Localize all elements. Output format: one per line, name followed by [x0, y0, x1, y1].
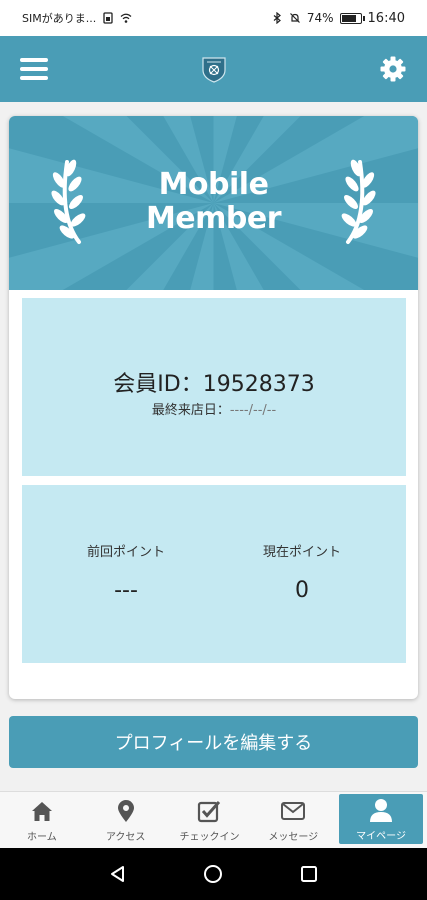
member-id-value: 19528373: [202, 372, 315, 397]
last-visit: 最終来店日：----/--/--: [22, 399, 406, 418]
back-triangle-icon[interactable]: [106, 862, 130, 886]
tab-access-label: アクセス: [105, 831, 146, 843]
app-header: [0, 36, 427, 102]
shield-crest-icon: [201, 57, 226, 83]
user-icon: [370, 798, 393, 822]
current-points-label: 現在ポイント: [262, 545, 341, 560]
tab-mypage[interactable]: マイページ: [339, 794, 423, 844]
recents-square-icon[interactable]: [297, 862, 321, 886]
member-id-label: 会員ID：: [113, 372, 203, 397]
previous-points: 前回ポイント ---: [30, 541, 222, 603]
battery-icon: [339, 12, 365, 24]
edit-profile-button[interactable]: プロフィールを編集する: [9, 716, 418, 768]
mute-bell-icon: [289, 13, 300, 23]
system-nav-bar: [0, 848, 427, 900]
last-visit-value: ----/--/--: [229, 403, 277, 418]
hero-title-line2: Member: [145, 201, 282, 236]
wifi-icon: [120, 13, 132, 23]
tab-access[interactable]: アクセス: [84, 792, 168, 848]
bottom-tab-bar: ホーム アクセス チェックイン メッセージ マイページ: [0, 791, 427, 848]
bluetooth-icon: [273, 12, 281, 24]
battery-percent: 74%: [306, 11, 334, 25]
previous-points-value: ---: [114, 578, 138, 603]
member-card-hero: Mobile Member: [9, 116, 418, 290]
tab-checkin-label: チェックイン: [179, 831, 240, 843]
carrier-label: SIMがありま...: [22, 12, 97, 25]
tab-message[interactable]: メッセージ: [251, 792, 335, 848]
tab-home-label: ホーム: [27, 831, 57, 843]
status-left: SIMがありま...: [22, 10, 132, 26]
previous-points-label: 前回ポイント: [86, 545, 165, 560]
status-bar: SIMがありま... 74% 16:40: [0, 0, 427, 36]
current-points-value: 0: [295, 578, 309, 603]
status-right: 74% 16:40: [271, 11, 405, 26]
points-panel: 前回ポイント --- 現在ポイント 0: [22, 485, 406, 663]
member-id: 会員ID：19528373: [22, 366, 406, 398]
home-circle-icon[interactable]: [201, 862, 225, 886]
member-id-panel: 会員ID：19528373 最終来店日：----/--/--: [22, 298, 406, 476]
hamburger-menu-icon[interactable]: [18, 53, 50, 85]
checkbox-icon: [198, 800, 221, 822]
tab-mypage-label: マイページ: [356, 830, 406, 842]
member-card: Mobile Member 会員ID：19528373 最終来店日：----/-…: [9, 116, 418, 699]
sim-icon: [103, 12, 113, 24]
current-points: 現在ポイント 0: [206, 541, 398, 603]
last-visit-label: 最終来店日：: [151, 403, 230, 418]
clock: 16:40: [367, 10, 405, 26]
map-pin-icon: [117, 799, 134, 822]
settings-gear-icon[interactable]: [377, 53, 409, 85]
tab-checkin[interactable]: チェックイン: [168, 792, 252, 848]
hero-title-line1: Mobile: [158, 167, 269, 202]
tab-home[interactable]: ホーム: [0, 792, 84, 848]
home-icon: [31, 801, 52, 821]
hero-title: Mobile Member: [9, 168, 418, 236]
tab-message-label: メッセージ: [268, 831, 319, 843]
envelope-icon: [281, 801, 306, 820]
